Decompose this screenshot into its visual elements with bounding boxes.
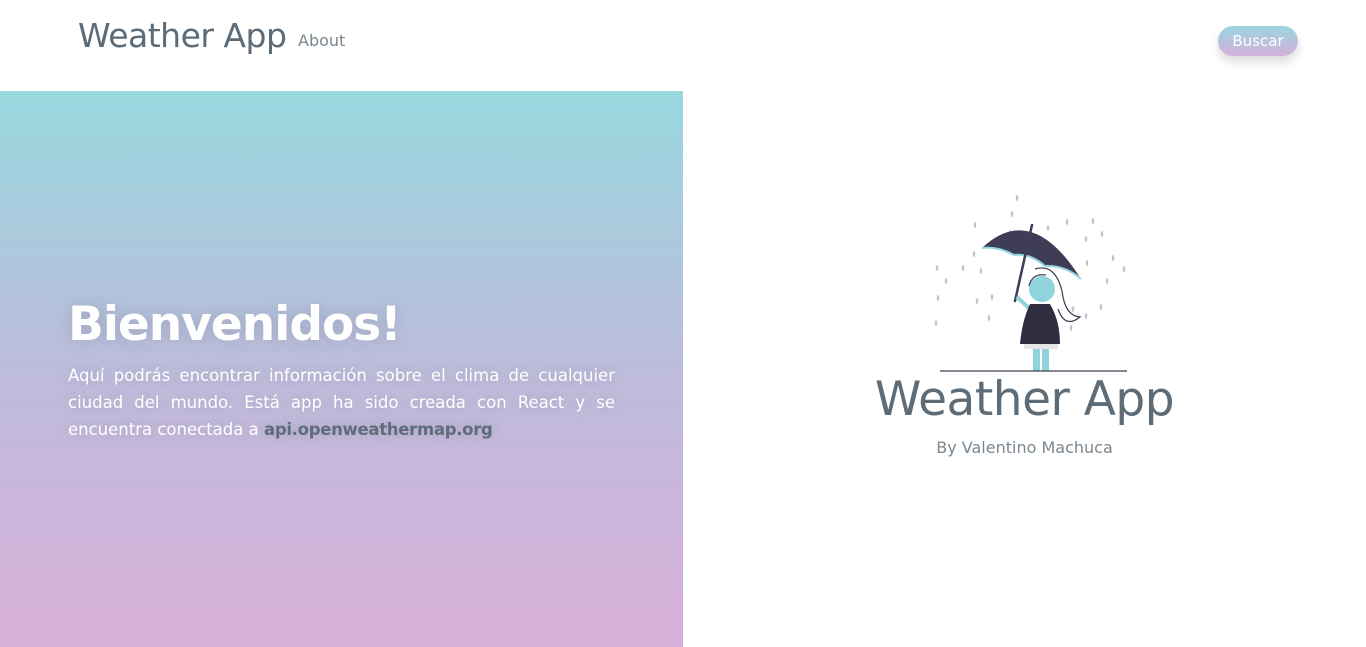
- welcome-hero: Bienvenidos! Aquí podrás encontrar infor…: [0, 91, 683, 647]
- girl-head: [1029, 276, 1055, 302]
- hero-description: Aquí podrás encontrar información sobre …: [68, 362, 615, 443]
- brand-logo-link[interactable]: Weather App: [78, 16, 287, 56]
- search-button[interactable]: Buscar: [1218, 26, 1298, 56]
- navbar: Weather App About Buscar: [0, 0, 1366, 91]
- brand-card: Weather App By Valentino Machuca: [683, 91, 1366, 647]
- umbrella-canopy: [982, 230, 1081, 279]
- brand-card-title: Weather App: [874, 372, 1175, 427]
- api-link[interactable]: api.openweathermap.org: [264, 420, 493, 439]
- girl-dress: [1020, 304, 1060, 344]
- girl-with-umbrella-in-rain-illustration: [934, 195, 1127, 372]
- nav-link-about[interactable]: About: [298, 31, 345, 51]
- author-credit: By Valentino Machuca: [936, 438, 1113, 457]
- hero-title: Bienvenidos!: [68, 297, 402, 352]
